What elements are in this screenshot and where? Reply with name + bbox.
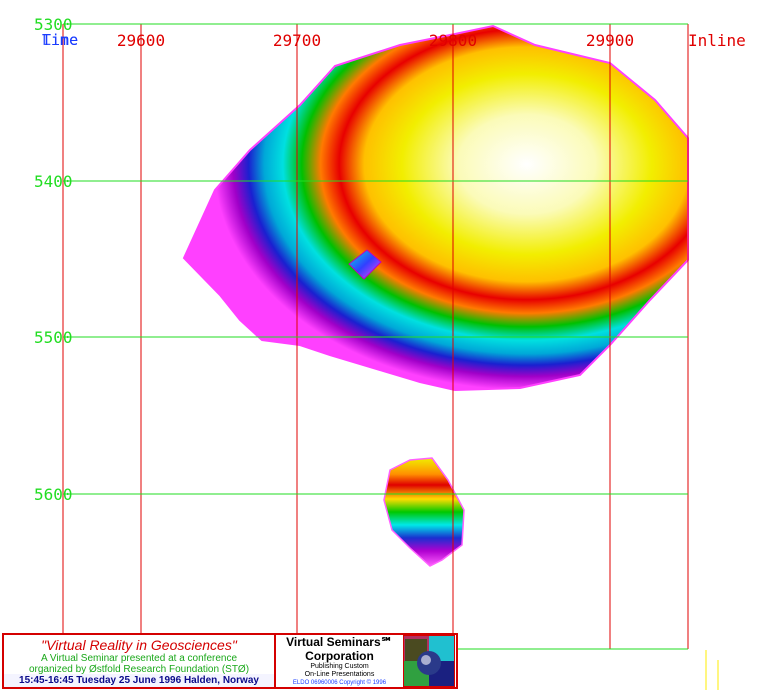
banner-info: "Virtual Reality in Geosciences" A Virtu… bbox=[4, 635, 276, 687]
y-tick-label: 5600 bbox=[34, 485, 73, 504]
y-tick-label: 5400 bbox=[34, 172, 73, 191]
x-tick-label: 29900 bbox=[586, 31, 634, 50]
copyright: ELDO 06960006 Copyright © 1996 bbox=[292, 680, 387, 686]
x-tick-label: 29600 bbox=[117, 31, 165, 50]
corner-label-line: Line bbox=[42, 31, 79, 49]
x-tick-label: 29700 bbox=[273, 31, 321, 50]
company-tagline-2: On-Line Presentations bbox=[304, 671, 375, 678]
banner-company: Virtual Seminars℠ Corporation Publishing… bbox=[276, 635, 456, 687]
main-contoured-body bbox=[182, 24, 689, 392]
lower-contoured-body bbox=[383, 457, 465, 567]
company-tagline-1: Publishing Custom bbox=[310, 663, 369, 670]
x-axis-title: Inline bbox=[688, 31, 746, 50]
seminar-banner: "Virtual Reality in Geosciences" A Virtu… bbox=[2, 633, 458, 689]
globe-logo-icon bbox=[403, 635, 455, 687]
banner-time: 15:45-16:45 Tuesday 25 June 1996 Halden,… bbox=[4, 674, 274, 687]
company-name: Virtual Seminars℠ bbox=[286, 635, 393, 649]
banner-subtitle: A Virtual Seminar presented at a confere… bbox=[40, 653, 238, 664]
y-tick-label: 5500 bbox=[34, 328, 73, 347]
banner-title: "Virtual Reality in Geosciences" bbox=[41, 637, 237, 653]
seismic-time-map: 29600 29700 29800 29900 Inline53005400550056… bbox=[34, 15, 746, 690]
x-tick-label: 29800 bbox=[429, 31, 477, 50]
company-suffix: Corporation bbox=[305, 649, 374, 663]
